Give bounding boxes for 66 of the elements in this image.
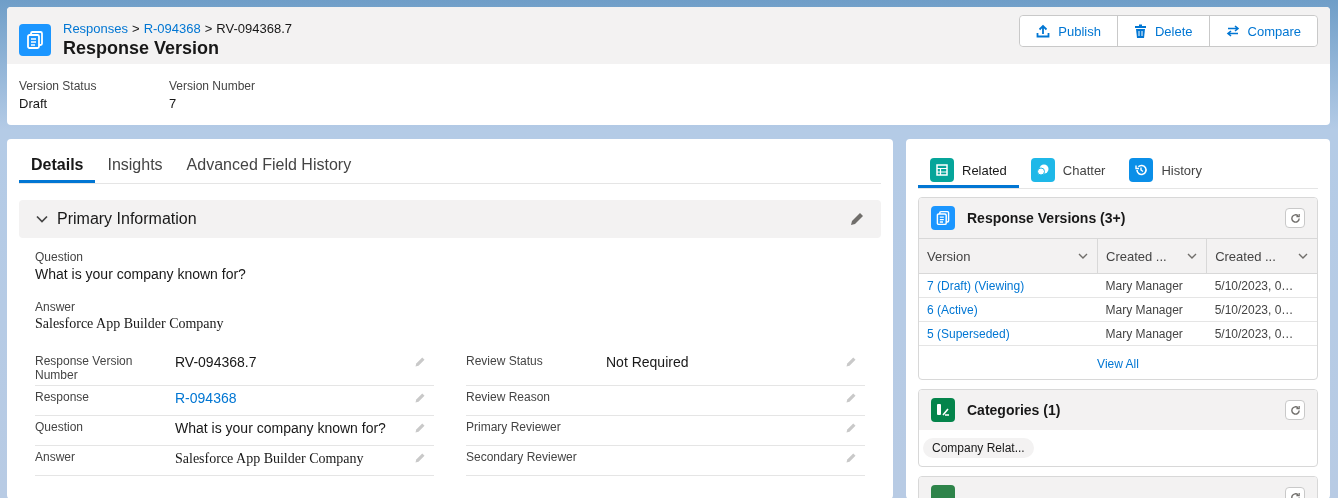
field-value: Salesforce App Builder Company bbox=[35, 316, 225, 332]
refresh-button[interactable] bbox=[1285, 208, 1305, 228]
field-label: Version Status bbox=[19, 79, 98, 93]
field-value: 7 bbox=[169, 96, 178, 111]
field-label: Response Version Number bbox=[35, 354, 134, 382]
table-cell: Mary Manager bbox=[1105, 278, 1183, 293]
field-link[interactable]: R-094368 bbox=[175, 390, 237, 406]
field-value: Draft bbox=[19, 96, 49, 111]
trash-icon bbox=[1133, 24, 1147, 38]
record-title: Response Version bbox=[63, 37, 221, 59]
section-header[interactable]: Primary Information bbox=[19, 200, 881, 238]
tab[interactable]: Details bbox=[19, 149, 96, 183]
tab[interactable]: Chatter bbox=[1018, 151, 1118, 188]
breadcrumb-separator: > bbox=[204, 20, 213, 36]
table-cell: 5/10/2023, 0… bbox=[1214, 302, 1294, 317]
breadcrumb-link[interactable]: Responses bbox=[63, 20, 129, 36]
upload-icon bbox=[1036, 24, 1051, 38]
field-label: Answer bbox=[35, 300, 76, 314]
field-value: Not Required bbox=[606, 354, 689, 370]
tab[interactable]: Related bbox=[918, 151, 1019, 188]
field-value: RV-094368.7 bbox=[175, 354, 257, 370]
field-value: Salesforce App Builder Company bbox=[175, 451, 364, 466]
refresh-button[interactable] bbox=[1285, 400, 1305, 420]
field-label: Version Number bbox=[169, 79, 257, 93]
field-label: Question bbox=[35, 420, 85, 436]
tab[interactable]: Insights bbox=[95, 149, 175, 183]
field-value: What is your company known for? bbox=[175, 420, 386, 436]
field-value: What is your company known for? bbox=[35, 266, 247, 282]
table-cell: Mary Manager bbox=[1105, 302, 1183, 317]
table-cell: 5/10/2023, 0… bbox=[1214, 278, 1294, 293]
action-button[interactable]: Compare bbox=[1208, 16, 1317, 46]
field-label: Answer bbox=[35, 450, 76, 466]
swap-icon bbox=[1225, 24, 1240, 38]
related-list-title: Response Versions (3+) bbox=[967, 210, 1127, 226]
table-cell: Mary Manager bbox=[1105, 326, 1183, 341]
field-label: Review Status bbox=[466, 354, 544, 370]
field-label: Question bbox=[35, 250, 85, 264]
field-label: Primary Reviewer bbox=[466, 420, 562, 436]
tab[interactable]: History bbox=[1117, 151, 1214, 188]
refresh-icon bbox=[1289, 212, 1301, 224]
field-label: Review Reason bbox=[466, 390, 552, 406]
pencil-icon[interactable] bbox=[849, 211, 865, 227]
table-cell: 5/10/2023, 0… bbox=[1214, 326, 1294, 341]
table-link[interactable]: 7 (Draft) (Viewing) bbox=[927, 278, 1025, 293]
column-header[interactable]: Created ... bbox=[1097, 238, 1207, 274]
section-title: Primary Information bbox=[57, 210, 198, 228]
grid-icon bbox=[930, 158, 954, 182]
chat-icon bbox=[1030, 158, 1055, 182]
table-link[interactable]: 5 (Superseded) bbox=[927, 326, 1010, 341]
table-link[interactable]: 6 (Active) bbox=[927, 302, 978, 317]
refresh-icon bbox=[1289, 404, 1301, 416]
column-header[interactable]: Created ... bbox=[1206, 238, 1317, 274]
category-pill[interactable]: Company Relat... bbox=[923, 438, 1034, 458]
breadcrumb-current: RV-094368.7 bbox=[216, 20, 292, 36]
column-header[interactable]: Version bbox=[919, 238, 1098, 274]
field-label: Response bbox=[35, 390, 91, 406]
breadcrumb-link[interactable]: R-094368 bbox=[143, 20, 201, 36]
view-all-link[interactable]: View All bbox=[1097, 357, 1139, 371]
field-label: Secondary Reviewer bbox=[466, 450, 578, 466]
category-icon bbox=[931, 398, 955, 422]
related-list-title: Categories (1) bbox=[967, 402, 1062, 418]
breadcrumb-separator: > bbox=[132, 20, 140, 36]
record-icon bbox=[19, 23, 51, 56]
tab[interactable]: Advanced Field History bbox=[174, 149, 364, 183]
history-icon bbox=[1129, 158, 1154, 182]
documents-icon bbox=[931, 206, 955, 230]
